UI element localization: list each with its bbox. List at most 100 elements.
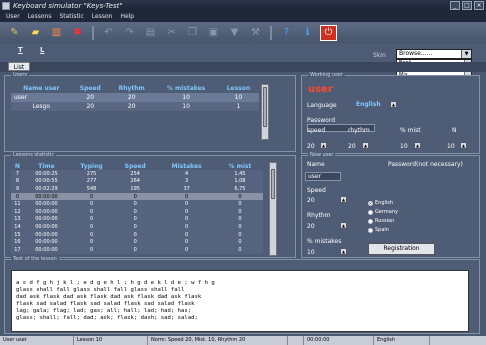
rhythm-spinner[interactable]: ▲ [362, 142, 369, 149]
close-button[interactable]: × [474, 1, 484, 10]
language-label: Language [307, 102, 337, 109]
lessons-column-header[interactable]: Typing [69, 162, 114, 170]
table-row[interactable]: 16 00:00:00 0 0 0 0 [11, 238, 263, 246]
table-row[interactable]: user 20 20 10 10 [11, 93, 259, 102]
language-radio-spain[interactable]: Spain [368, 227, 389, 233]
menu-lessons[interactable]: Lessons [28, 13, 52, 20]
table-row[interactable]: 8 00:00:55 277 264 3 1,08 [11, 177, 263, 186]
lessons-column-header[interactable]: Mistakes [156, 162, 216, 170]
language-radio-english[interactable]: English [368, 200, 393, 206]
exit-icon[interactable]: ⏻ [320, 24, 337, 41]
rhythm-spinner[interactable]: ▲ [340, 222, 347, 229]
table-cell: 0 [216, 200, 263, 208]
table-row[interactable]: 17 00:00:00 0 0 0 0 [11, 245, 263, 254]
table-row[interactable]: 15 00:00:00 0 0 0 0 [11, 230, 263, 239]
table-cell: 0 [216, 245, 263, 254]
status-language: English [374, 336, 430, 345]
table-cell: 16 [11, 238, 24, 246]
table-row[interactable]: 9 00:02:29 548 195 37 6,75 [11, 185, 263, 193]
users-scrollbar[interactable] [261, 84, 269, 140]
menu-help[interactable]: Help [120, 13, 134, 20]
lessons-scrollbar[interactable] [269, 162, 277, 256]
text-line: flask sad salad flask sad salad flask sa… [16, 301, 195, 307]
speed-spinner[interactable]: ▲ [320, 142, 327, 149]
toolbar-separator [270, 25, 272, 40]
table-cell: 11 [11, 200, 24, 208]
mistakes-label: % mistakes [307, 238, 342, 245]
password-label: Password [307, 117, 336, 124]
table-cell: 0 [156, 238, 217, 246]
language-radio-germany[interactable]: Germany [368, 209, 398, 215]
table-row[interactable]: 11 00:00:00 0 0 0 0 [11, 200, 263, 208]
toggle-lessons[interactable]: L [40, 46, 44, 54]
lessons-legend: Lessons statistic [11, 152, 57, 158]
registration-button[interactable]: Registration [368, 243, 435, 255]
users-column-header[interactable]: Name user [11, 84, 72, 93]
lessons-panel: Lessons statistic N Time Typing Speed Mistak… [4, 152, 296, 258]
menu-lesson[interactable]: Lesson [92, 13, 113, 20]
users-column-header[interactable]: Lesson [218, 84, 259, 93]
scroll-thumb[interactable] [263, 87, 267, 127]
text-line: glass; shall; fall; dad; ask; flask; das… [16, 315, 198, 321]
speed-spinner[interactable]: ▲ [340, 196, 347, 203]
menu-user[interactable]: User [6, 13, 20, 20]
about-icon[interactable]: ℹ [299, 25, 316, 41]
undo-icon: ↶ [104, 27, 113, 38]
open-icon[interactable]: ✎ [6, 25, 23, 41]
lessons-column-header[interactable]: % mist [217, 162, 263, 170]
copy-icon: ❐ [188, 27, 197, 38]
toggle-text[interactable]: T [18, 46, 23, 54]
status-lesson: Lesson 10 [74, 336, 148, 345]
maximize-button[interactable]: □ [462, 1, 472, 10]
table-cell: 0 [69, 223, 114, 231]
minimize-button[interactable]: _ [450, 1, 460, 10]
table-cell: 0 [69, 238, 114, 246]
text-line: lag; gala; flag; lad; gas; all; hall; la… [16, 308, 192, 314]
mist-label: % mist [400, 127, 421, 134]
title-bar: Keyboard simulator "Keys-Test" _ □ × [0, 0, 486, 11]
status-norm: Norm: Speed 20, Mist. 10, Rhythm 20 [148, 336, 288, 345]
scroll-thumb[interactable] [271, 169, 275, 199]
table-cell: 0 [156, 230, 217, 239]
table-row[interactable]: 12 00:00:00 0 0 0 0 [11, 207, 263, 216]
users-column-header[interactable]: Speed [72, 84, 110, 93]
skin-dropdown[interactable]: Browse...... ▼ [396, 49, 472, 59]
lessons-table: N Time Typing Speed Mistakes% mist 7 00:00:25… [11, 162, 263, 254]
table-cell: 1 [217, 102, 259, 111]
users-column-header[interactable]: Rhythm [109, 84, 154, 93]
table-cell: 0 [216, 223, 263, 231]
language-spinner[interactable]: ▲ [390, 101, 397, 108]
table-row[interactable]: 13 00:00:00 0 0 0 0 [11, 215, 263, 224]
table-row[interactable]: 0 00:00:00 0 0 0 0 [11, 192, 263, 201]
users-column-header[interactable]: % mistakes [154, 84, 218, 93]
lessons-column-header[interactable]: Speed [114, 162, 156, 170]
lessons-column-header[interactable]: Time [24, 162, 69, 170]
lesson-text-area[interactable]: a s d f g h j k l ; e d g e h l ; h g d … [11, 270, 469, 332]
menu-statistic[interactable]: Statistic [59, 13, 83, 20]
tab-list[interactable]: List [8, 62, 30, 71]
table-cell: 20 [71, 102, 110, 111]
help-icon[interactable]: ? [278, 25, 295, 41]
name-input[interactable]: user [305, 172, 341, 181]
text-line: glass shall fall glass shall fall glass … [16, 287, 185, 293]
table-cell: 20 [109, 93, 155, 102]
n-spinner[interactable]: ▲ [460, 142, 467, 149]
speed-value: 20 [307, 143, 315, 150]
chevron-down-icon[interactable]: ▼ [461, 50, 471, 58]
mistakes-spinner[interactable]: ▲ [340, 248, 347, 255]
statistics-icon[interactable]: ▥ [48, 25, 65, 41]
save-icon[interactable]: ▰ [27, 25, 44, 41]
delete-icon[interactable]: ✖ [69, 25, 86, 41]
status-bar: User user Lesson 10 Norm: Speed 20, Mist… [0, 336, 486, 345]
new-user-legend: New user [308, 152, 336, 158]
table-row[interactable]: Lesgo 20 20 10 1 [11, 102, 259, 111]
lessons-column-header[interactable]: N [11, 162, 24, 170]
language-radio-russian[interactable]: Russian [368, 218, 394, 224]
table-cell: 17 [11, 245, 24, 254]
table-row[interactable]: 14 00:00:00 0 0 0 0 [11, 223, 263, 231]
table-cell: 1,45 [216, 170, 263, 178]
mist-spinner[interactable]: ▲ [414, 142, 421, 149]
table-row[interactable]: 7 00:00:25 275 254 4 1,45 [11, 170, 263, 178]
table-cell: 00:00:00 [23, 207, 70, 216]
speed-label: Speed [307, 187, 326, 194]
